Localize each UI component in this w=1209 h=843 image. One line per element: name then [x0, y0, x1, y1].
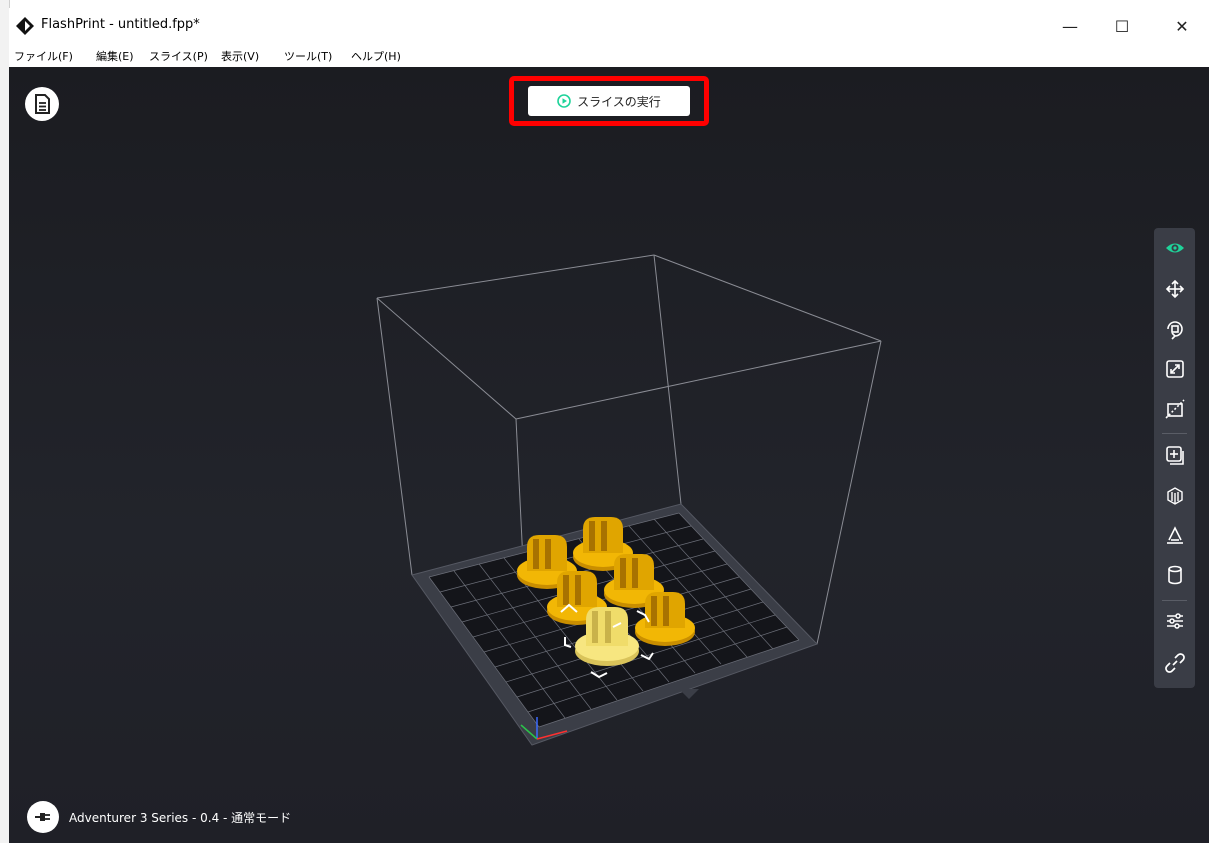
start-slicing-button[interactable]: スライスの実行 [528, 86, 690, 116]
right-toolbar [1154, 228, 1195, 688]
play-circle-icon [557, 94, 571, 108]
link-tool-button[interactable] [1162, 650, 1188, 676]
menu-edit[interactable]: 編集(E) [96, 48, 134, 64]
menu-tools[interactable]: ツール(T) [284, 48, 332, 64]
toolbar-separator [1162, 433, 1187, 434]
toolbar-separator [1162, 600, 1187, 601]
printer-connection-button[interactable] [27, 801, 59, 833]
app-window: FlashPrint - untitled.fpp* — ☐ ✕ ファイル(F)… [9, 8, 1209, 843]
menu-view[interactable]: 表示(V) [221, 48, 259, 64]
title-bar: FlashPrint - untitled.fpp* — ☐ ✕ [9, 8, 1209, 44]
3d-viewport[interactable]: スライスの実行 Adventurer 3 Series - 0.4 - 通常モー… [9, 67, 1209, 843]
model-list-button[interactable] [25, 87, 59, 121]
minimize-icon: — [1062, 16, 1078, 36]
lay-flat-tool-button[interactable] [1162, 522, 1188, 548]
close-button[interactable]: ✕ [1159, 8, 1205, 44]
maximize-icon: ☐ [1114, 16, 1130, 36]
settings-sliders-icon [1167, 613, 1183, 629]
view-icon [1166, 243, 1184, 253]
cylinder-icon [1168, 565, 1182, 585]
cylinder-tool-button[interactable] [1162, 562, 1188, 588]
rotate-tool-button[interactable] [1162, 316, 1188, 342]
settings-tool-button[interactable] [1162, 608, 1188, 634]
move-tool-button[interactable] [1162, 276, 1188, 302]
maximize-button[interactable]: ☐ [1099, 8, 1145, 44]
add-model-icon [1166, 446, 1184, 465]
rotate-icon [1167, 321, 1183, 340]
menu-bar: ファイル(F) 編集(E) スライス(P) 表示(V) ツール(T) ヘルプ(H… [9, 44, 1209, 68]
move-icon [1165, 279, 1185, 299]
menu-file[interactable]: ファイル(F) [14, 48, 73, 64]
plate-notch [679, 689, 699, 699]
build-scene [376, 254, 882, 746]
printer-status: Adventurer 3 Series - 0.4 - 通常モード [27, 800, 291, 834]
scale-tool-button[interactable] [1162, 356, 1188, 382]
menu-slice[interactable]: スライス(P) [149, 48, 208, 64]
printer-status-text: Adventurer 3 Series - 0.4 - 通常モード [69, 810, 292, 825]
supports-tool-button[interactable] [1162, 482, 1188, 508]
minimize-button[interactable]: — [1047, 8, 1093, 44]
supports-icon [1167, 487, 1183, 505]
document-icon [35, 94, 50, 114]
cut-tool-button[interactable] [1162, 396, 1188, 422]
lay-flat-icon [1167, 526, 1183, 544]
flashprint-logo-icon [16, 17, 34, 35]
view-tool-button[interactable] [1162, 235, 1188, 261]
cut-icon [1165, 399, 1185, 419]
plug-icon [35, 813, 50, 821]
scale-icon [1166, 360, 1184, 378]
start-slicing-label: スライスの実行 [577, 94, 661, 109]
add-model-tool-button[interactable] [1162, 442, 1188, 468]
close-icon: ✕ [1175, 16, 1189, 36]
menu-help[interactable]: ヘルプ(H) [351, 48, 401, 64]
window-title: FlashPrint - untitled.fpp* [41, 17, 200, 32]
link-icon [1165, 653, 1185, 673]
